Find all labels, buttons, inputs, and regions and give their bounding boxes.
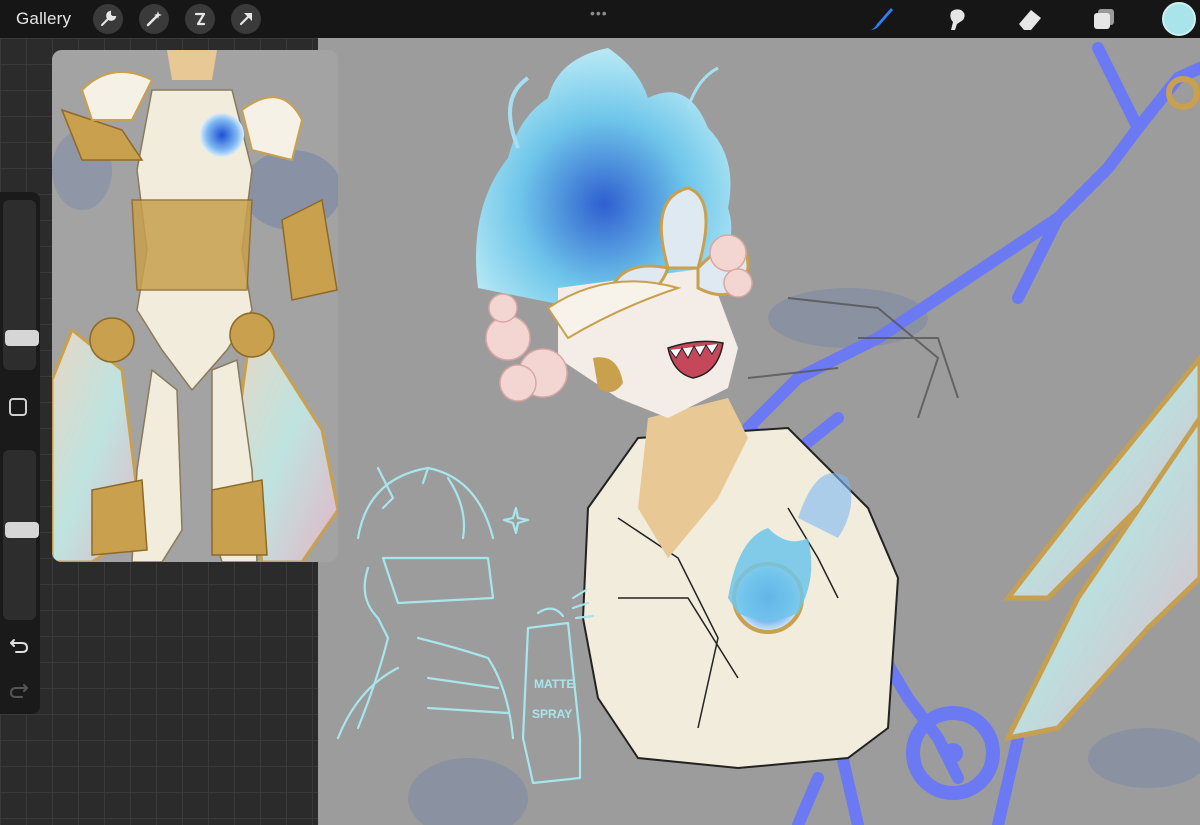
adjustments-magic-wand-icon[interactable] [139, 4, 170, 34]
opacity-thumb[interactable] [5, 522, 39, 538]
layers-icon[interactable] [1088, 3, 1120, 35]
drawing-canvas[interactable]: MATTE SPRAY [318, 38, 1200, 825]
undo-icon[interactable] [8, 634, 30, 656]
canvas-artwork: MATTE SPRAY [336, 42, 1200, 825]
reference-image [52, 50, 338, 562]
spray-can-text-line2: SPRAY [532, 707, 572, 721]
brush-icon[interactable] [866, 3, 898, 35]
brush-size-thumb[interactable] [5, 330, 39, 346]
color-picker-button[interactable] [1162, 2, 1196, 36]
transform-arrow-icon[interactable] [231, 4, 262, 34]
smudge-icon[interactable] [940, 3, 972, 35]
redo-icon[interactable] [8, 679, 30, 701]
reference-window[interactable] [52, 50, 338, 562]
side-toolbar [0, 192, 40, 714]
brush-size-slider[interactable] [3, 200, 39, 370]
top-toolbar: Gallery ••• [0, 0, 1200, 38]
modify-button[interactable] [9, 398, 27, 416]
actions-wrench-icon[interactable] [93, 4, 124, 34]
wing-drawing [1002, 354, 1200, 742]
spray-can-text-line1: MATTE [534, 677, 574, 691]
opacity-slider[interactable] [3, 450, 39, 620]
eraser-icon[interactable] [1014, 3, 1046, 35]
gallery-button[interactable]: Gallery [16, 9, 71, 29]
canvas-handle[interactable]: ••• [590, 5, 608, 21]
cyan-sketch [336, 466, 595, 785]
selection-icon[interactable] [185, 4, 216, 34]
